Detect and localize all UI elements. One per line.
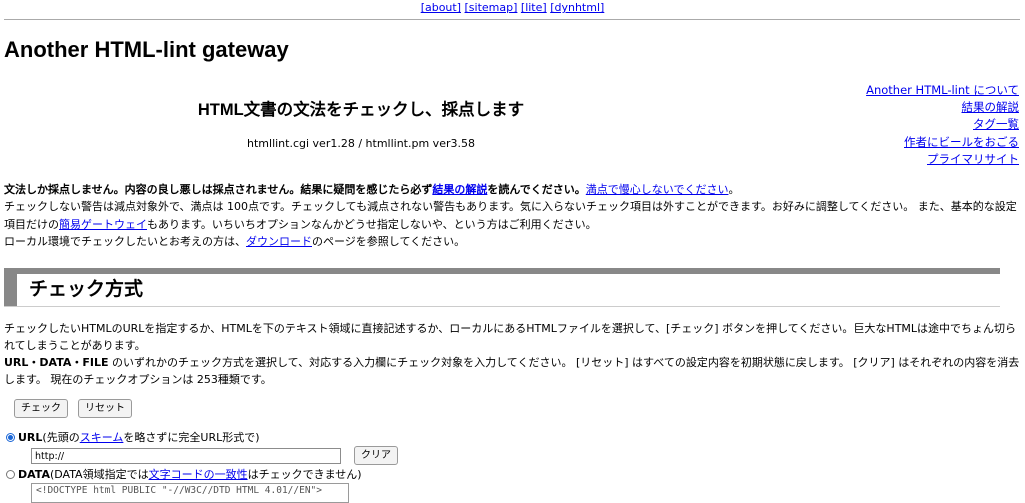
intro-p2-b: もあります。いちいちオプションなんかどうせ指定しないや、という方はご利用ください… xyxy=(147,217,597,231)
intro-end: 。 xyxy=(728,183,740,196)
method-names: URL・DATA・FILE xyxy=(4,356,109,369)
intro-paragraph-1: 文法しか採点しません。内容の良し悪しは採点されません。結果に疑問を感じたら必ず結… xyxy=(4,181,1021,198)
intro-bold-b: を読んでください。 xyxy=(487,183,586,196)
side-menu-primary-link[interactable]: プライマリサイト xyxy=(866,151,1019,168)
data-textarea[interactable]: <!DOCTYPE html PUBLIC "-//W3C//DTD HTML … xyxy=(31,483,349,503)
nav-sitemap-link[interactable]: [sitemap] xyxy=(465,1,518,14)
scheme-link[interactable]: スキーム xyxy=(80,430,124,445)
result-explanation-link[interactable]: 結果の解説 xyxy=(432,183,487,196)
data-option-row: DATA (DATA領域指定では 文字コードの一致性 はチェックできません) xyxy=(6,467,362,482)
section-title: チェック方式 xyxy=(29,279,144,300)
nav-dynhtml-link[interactable]: [dynhtml] xyxy=(550,1,604,14)
nav-lite-link[interactable]: [lite] xyxy=(521,1,547,14)
url-note-b: を略さずに完全URL形式で) xyxy=(123,431,260,444)
intro-text: 文法しか採点しません。内容の良し悪しは採点されません。結果に疑問を感じたら必ず結… xyxy=(4,181,1021,251)
section-header: チェック方式 xyxy=(4,274,1000,306)
result-explanation-link-text: 結果の解説 xyxy=(432,183,488,196)
data-note-a: (DATA領域指定では xyxy=(49,468,149,481)
url-note-a: (先頭の xyxy=(42,431,80,444)
intro-paragraph-2: チェックしない警告は減点対象外で、満点は 100点です。チェックしても減点されな… xyxy=(4,198,1021,233)
clear-button[interactable]: クリア xyxy=(354,446,398,465)
check-method-description: チェックしたいHTMLのURLを指定するか、HTMLを下のテキスト領域に直接記述… xyxy=(4,320,1021,388)
charset-consistency-link[interactable]: 文字コードの一致性 xyxy=(149,467,248,482)
no-complacency-link[interactable]: 満点で慢心しないでください xyxy=(586,183,729,196)
top-nav: [about] [sitemap] [lite] [dynhtml] xyxy=(0,1,1025,15)
download-link[interactable]: ダウンロード xyxy=(246,235,312,248)
side-menu-about-link[interactable]: Another HTML-lint について xyxy=(866,82,1019,99)
data-note-b: はチェックできません) xyxy=(247,468,362,481)
simple-gateway-link[interactable]: 簡易ゲートウェイ xyxy=(59,218,147,231)
side-menu: Another HTML-lint について 結果の解説 タグ一覧 作者にビール… xyxy=(866,82,1019,168)
url-label: URL xyxy=(18,431,43,444)
intro-p3-b: のページを参照してください。 xyxy=(312,235,466,249)
side-menu-explanation-link[interactable]: 結果の解説 xyxy=(866,99,1020,116)
page-subtitle: HTML文書の文法をチェックし、採点します xyxy=(197,101,525,119)
side-menu-tags-link[interactable]: タグ一覧 xyxy=(866,116,1019,133)
section-underline xyxy=(4,306,1000,307)
check-button[interactable]: チェック xyxy=(14,399,68,418)
site-title: Another HTML-lint gateway xyxy=(4,37,289,62)
side-menu-beer-link[interactable]: 作者にビールをおごる xyxy=(866,134,1019,151)
intro-p3-a: ローカル環境でチェックしたいとお考えの方は、 xyxy=(4,235,246,249)
top-divider xyxy=(4,19,1020,20)
reset-button[interactable]: リセット xyxy=(78,399,132,418)
url-option-row: URL (先頭の スキーム を略さずに完全URL形式で) xyxy=(6,430,260,445)
description-paragraph-1: チェックしたいHTMLのURLを指定するか、HTMLを下のテキスト領域に直接記述… xyxy=(4,322,1017,352)
data-radio[interactable] xyxy=(6,470,15,479)
url-input[interactable] xyxy=(31,448,341,464)
description-p2-rest: のいずれかのチェック方式を選択して、対応する入力欄にチェック対象を入力してくださ… xyxy=(4,356,1020,386)
version-info: htmllint.cgi ver1.28 / htmllint.pm ver3.… xyxy=(247,137,475,150)
description-paragraph-2: URL・DATA・FILE のいずれかのチェック方式を選択して、対応する入力欄に… xyxy=(4,354,1021,388)
intro-paragraph-3: ローカル環境でチェックしたいとお考えの方は、ダウンロードのページを参照してくださ… xyxy=(4,233,1021,250)
data-label: DATA xyxy=(18,468,50,481)
intro-bold-a: 文法しか採点しません。内容の良し悪しは採点されません。結果に疑問を感じたら必ず xyxy=(4,183,433,196)
url-radio[interactable] xyxy=(6,433,15,442)
nav-about-link[interactable]: [about] xyxy=(421,1,461,14)
